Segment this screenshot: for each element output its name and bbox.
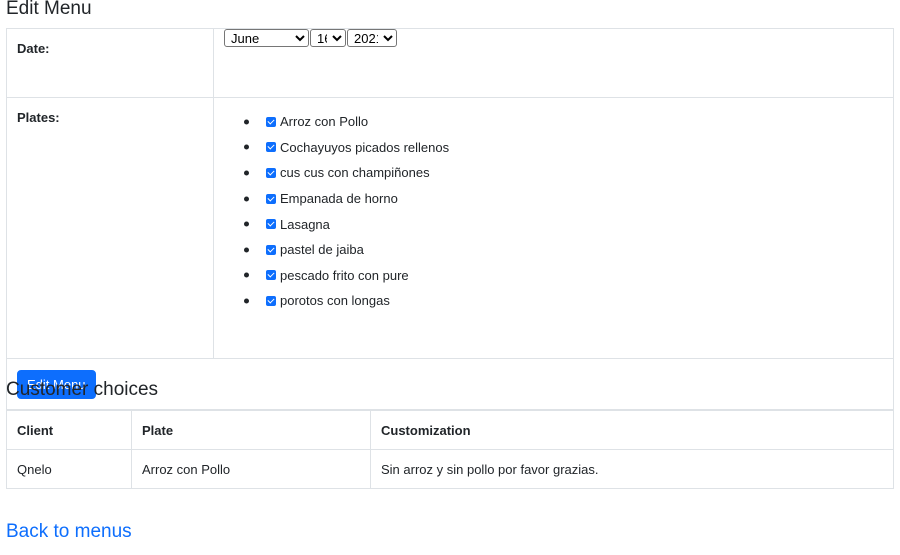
plate-item: pastel de jaiba — [244, 237, 883, 263]
bullet-icon — [244, 272, 249, 278]
plate-item: Empanada de horno — [244, 186, 883, 212]
plates-label: Plates: — [6, 97, 214, 359]
plate-label: Cochayuyos picados rellenos — [280, 139, 450, 155]
header-client: Client — [6, 410, 132, 450]
bullet-icon — [244, 119, 249, 125]
back-to-menus-link[interactable]: Back to menus — [6, 521, 132, 543]
plates-list: Arroz con Pollo Cochayuyos picados rellen… — [224, 98, 883, 314]
table-header-row: Client Plate Customization — [6, 410, 894, 450]
plate-label: pescado frito con pure — [280, 267, 409, 283]
plate-checkbox[interactable] — [266, 193, 276, 204]
plate-item: pescado frito con pure — [244, 263, 883, 289]
table-row: Qnelo Arroz con Pollo Sin arroz y sin po… — [6, 449, 894, 489]
plate-checkbox[interactable] — [266, 142, 276, 153]
day-select[interactable]: 16 — [310, 29, 346, 47]
edit-menu-form: Date: June 16 2021 Plates: Arroz con Pol… — [6, 28, 894, 410]
plate-label: Arroz con Pollo — [280, 114, 369, 130]
plate-label: Lasagna — [280, 216, 330, 232]
plate-item: porotos con longas — [244, 288, 883, 314]
plate-label: Empanada de horno — [280, 191, 398, 207]
bullet-icon — [244, 170, 249, 176]
plate-label: porotos con longas — [280, 293, 390, 309]
header-plate: Plate — [131, 410, 371, 450]
date-selects: June 16 2021 — [213, 28, 894, 98]
year-select[interactable]: 2021 — [347, 29, 397, 47]
customer-choices-table: Client Plate Customization Qnelo Arroz c… — [6, 410, 894, 489]
bullet-icon — [244, 196, 249, 202]
plate-checkbox[interactable] — [266, 116, 276, 127]
plate-item: Cochayuyos picados rellenos — [244, 135, 883, 161]
plate-checkbox[interactable] — [266, 219, 276, 230]
date-label: Date: — [6, 28, 214, 98]
cell-plate: Arroz con Pollo — [131, 449, 371, 489]
edit-menu-title: Edit Menu — [6, 0, 92, 19]
plates-cell: Arroz con Pollo Cochayuyos picados rellen… — [213, 97, 894, 359]
bullet-icon — [244, 298, 249, 304]
plate-label: pastel de jaiba — [280, 242, 364, 258]
date-row: Date: June 16 2021 — [6, 28, 894, 98]
plate-checkbox[interactable] — [266, 270, 276, 281]
cell-client: Qnelo — [6, 449, 132, 489]
plate-item: cus cus con champiñones — [244, 160, 883, 186]
cell-customization: Sin arroz y sin pollo por favor grazias. — [370, 449, 894, 489]
bullet-icon — [244, 221, 249, 227]
plate-checkbox[interactable] — [266, 244, 276, 255]
bullet-icon — [244, 144, 249, 150]
header-customization: Customization — [370, 410, 894, 450]
customer-choices-title: Customer choices — [6, 379, 159, 400]
bullet-icon — [244, 247, 249, 253]
plate-item: Lasagna — [244, 211, 883, 237]
month-select[interactable]: June — [224, 29, 309, 47]
plate-checkbox[interactable] — [266, 167, 276, 178]
plate-label: cus cus con champiñones — [280, 165, 430, 181]
plate-item: Arroz con Pollo — [244, 109, 883, 135]
plate-checkbox[interactable] — [266, 295, 276, 306]
plates-row: Plates: Arroz con Pollo Cochayuyos picado… — [6, 97, 894, 359]
